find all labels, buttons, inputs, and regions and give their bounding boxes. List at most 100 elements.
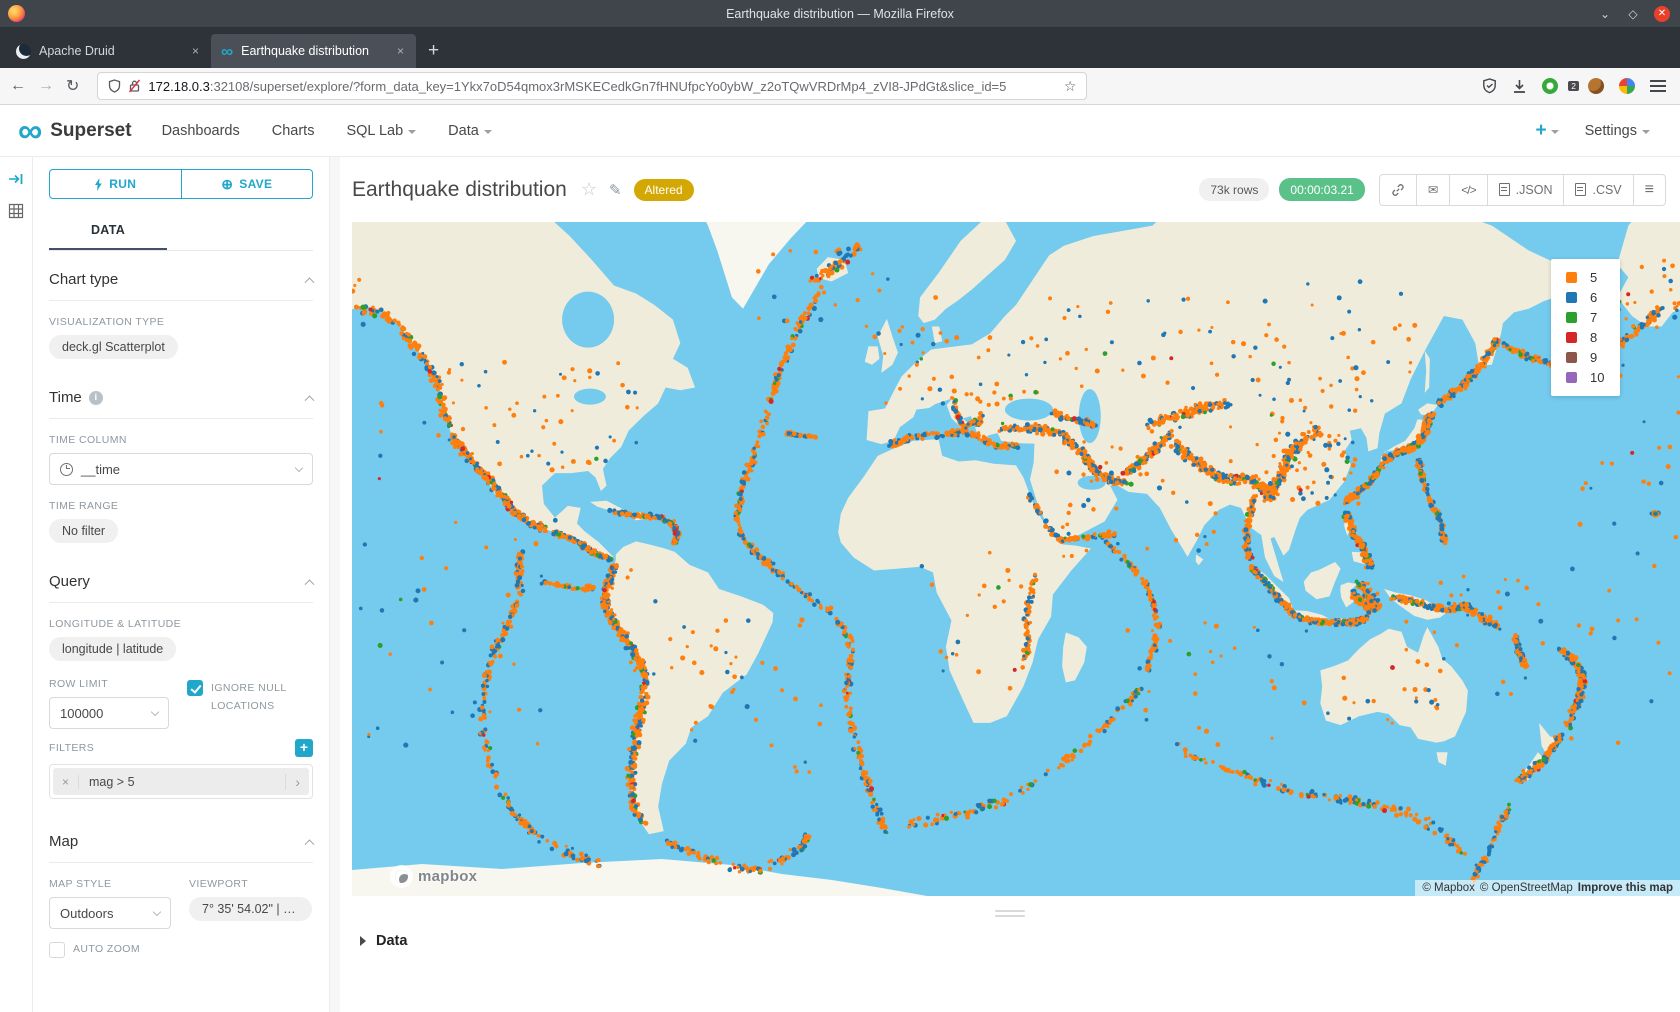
druid-favicon-icon	[16, 44, 31, 59]
section-map[interactable]: Map	[49, 813, 313, 863]
email-button[interactable]: ✉	[1416, 175, 1449, 205]
clock-icon	[60, 463, 73, 476]
url-text: 172.18.0.3:32108/superset/explore/?form_…	[148, 79, 1056, 94]
chart-panel: Earthquake distribution ☆ ✎ Altered 73k …	[340, 157, 1680, 1012]
legend-label: 6	[1590, 290, 1606, 305]
legend-swatch-icon	[1566, 292, 1577, 303]
cookie-extension-icon[interactable]	[1588, 78, 1604, 94]
file-icon	[1575, 183, 1586, 196]
legend-item: 10	[1566, 370, 1606, 385]
tab-apache-druid[interactable]: Apache Druid ×	[6, 34, 211, 68]
bookmark-star-icon[interactable]: ☆	[1064, 78, 1077, 95]
filter-item[interactable]: × mag > 5 ›	[53, 768, 309, 795]
panel-resize-handle[interactable]	[995, 910, 1025, 917]
back-icon[interactable]: ←	[10, 77, 26, 95]
viz-type-pill[interactable]: deck.gl Scatterplot	[49, 335, 178, 359]
export-csv-button[interactable]: .CSV	[1563, 175, 1632, 205]
pinwheel-extension-icon[interactable]	[1619, 78, 1635, 94]
filter-expression: mag > 5	[79, 775, 145, 789]
lonlat-label: LONGITUDE & LATITUDE	[49, 618, 313, 630]
map-legend: 5678910	[1551, 259, 1620, 396]
url-bar[interactable]: 172.18.0.3:32108/superset/explore/?form_…	[97, 72, 1087, 100]
tab-data[interactable]: DATA	[49, 213, 167, 250]
controls-panel: RUN ⊕ SAVE DATA Chart type VISUALIZATION…	[33, 157, 330, 1012]
browser-tab-bar: Apache Druid × ∞ Earthquake distribution…	[0, 27, 1680, 68]
chart-title: Earthquake distribution	[352, 178, 567, 202]
section-time[interactable]: Timei	[49, 369, 313, 419]
download-icon[interactable]	[1512, 79, 1527, 94]
auto-zoom-checkbox[interactable]	[49, 942, 65, 958]
row-limit-select[interactable]: 100000	[49, 697, 169, 729]
nav-data[interactable]: Data	[448, 123, 492, 139]
nav-charts[interactable]: Charts	[272, 123, 315, 139]
firefox-titlebar: Earthquake distribution — Mozilla Firefo…	[0, 0, 1680, 27]
tab-earthquake-distribution[interactable]: ∞ Earthquake distribution ×	[211, 34, 416, 68]
remove-filter-icon[interactable]: ×	[53, 775, 79, 789]
new-chart-button[interactable]: +	[1535, 120, 1558, 142]
chevron-up-icon	[305, 277, 315, 287]
reload-icon[interactable]: ↻	[66, 76, 79, 96]
tab-close-icon[interactable]: ×	[395, 44, 406, 58]
map-style-select[interactable]: Outdoors	[49, 897, 171, 929]
favorite-star-icon[interactable]: ☆	[581, 179, 597, 200]
map-container: 5678910 mapbox © Mapbox © OpenStreetMap …	[352, 222, 1680, 896]
map-canvas[interactable]	[352, 222, 1680, 896]
share-link-button[interactable]	[1380, 175, 1416, 205]
nav-dashboards[interactable]: Dashboards	[162, 123, 240, 139]
export-json-button[interactable]: .JSON	[1487, 175, 1564, 205]
code-icon: </>	[1461, 183, 1475, 197]
embed-code-button[interactable]: </>	[1449, 175, 1486, 205]
legend-swatch-icon	[1566, 312, 1577, 323]
lonlat-pill[interactable]: longitude | latitude	[49, 637, 176, 661]
attribution-improve-link[interactable]: Improve this map	[1578, 882, 1673, 894]
pocket-shield-icon[interactable]	[1482, 78, 1497, 94]
map-attribution: © Mapbox © OpenStreetMap Improve this ma…	[1415, 880, 1680, 896]
window-close-button[interactable]: ✕	[1654, 6, 1670, 22]
run-button[interactable]: RUN	[49, 169, 182, 199]
window-minimize-button[interactable]: ⌄	[1598, 7, 1612, 21]
chevron-down-icon	[295, 464, 303, 472]
section-query[interactable]: Query	[49, 553, 313, 603]
file-icon	[1499, 183, 1510, 196]
section-point-size[interactable]: Point Size	[49, 999, 313, 1012]
shield-icon	[108, 79, 121, 93]
legend-swatch-icon	[1566, 372, 1577, 383]
new-tab-button[interactable]: +	[416, 40, 451, 68]
chart-actions: ✉ </> .JSON .CSV ≡	[1379, 174, 1666, 206]
ignore-null-checkbox[interactable]	[187, 680, 203, 696]
add-filter-button[interactable]: +	[295, 739, 313, 757]
insecure-lock-icon	[128, 79, 141, 93]
open-filter-icon[interactable]: ›	[285, 774, 309, 790]
nav-sql-lab[interactable]: SQL Lab	[346, 123, 416, 139]
chart-menu-button[interactable]: ≡	[1633, 175, 1665, 205]
tab-close-icon[interactable]: ×	[190, 44, 201, 58]
settings-menu[interactable]: Settings	[1585, 123, 1650, 139]
edit-properties-icon[interactable]: ✎	[609, 181, 622, 199]
firefox-menu-icon[interactable]	[1650, 80, 1666, 92]
link-icon	[1391, 183, 1405, 197]
altered-badge: Altered	[634, 179, 694, 201]
extension-green-icon[interactable]	[1542, 78, 1558, 94]
superset-brand[interactable]: Superset	[50, 120, 131, 142]
section-chart-type[interactable]: Chart type	[49, 251, 313, 301]
firefox-icon	[8, 5, 25, 22]
expand-datasource-icon[interactable]	[8, 171, 24, 187]
chevron-up-icon	[305, 579, 315, 589]
time-range-pill[interactable]: No filter	[49, 519, 118, 543]
legend-item: 6	[1566, 290, 1606, 305]
mapbox-logo[interactable]: mapbox	[390, 865, 477, 888]
viewport-pill[interactable]: 7° 35' 54.02" | 31...	[189, 897, 312, 921]
attribution-mapbox[interactable]: © Mapbox	[1422, 882, 1475, 894]
envelope-icon: ✉	[1428, 182, 1438, 197]
save-button[interactable]: ⊕ SAVE	[181, 169, 314, 199]
time-column-select[interactable]: __time	[49, 453, 313, 485]
attribution-osm[interactable]: © OpenStreetMap	[1480, 882, 1573, 894]
chevron-down-icon	[1551, 130, 1559, 134]
window-maximize-button[interactable]: ◇	[1626, 7, 1640, 21]
legend-label: 5	[1590, 270, 1606, 285]
forward-icon[interactable]: →	[38, 77, 54, 95]
superset-logo-icon[interactable]: ∞	[18, 116, 42, 146]
dataset-grid-icon[interactable]	[8, 203, 24, 219]
data-panel-toggle[interactable]: Data	[340, 917, 1680, 949]
bolt-icon	[94, 178, 103, 191]
